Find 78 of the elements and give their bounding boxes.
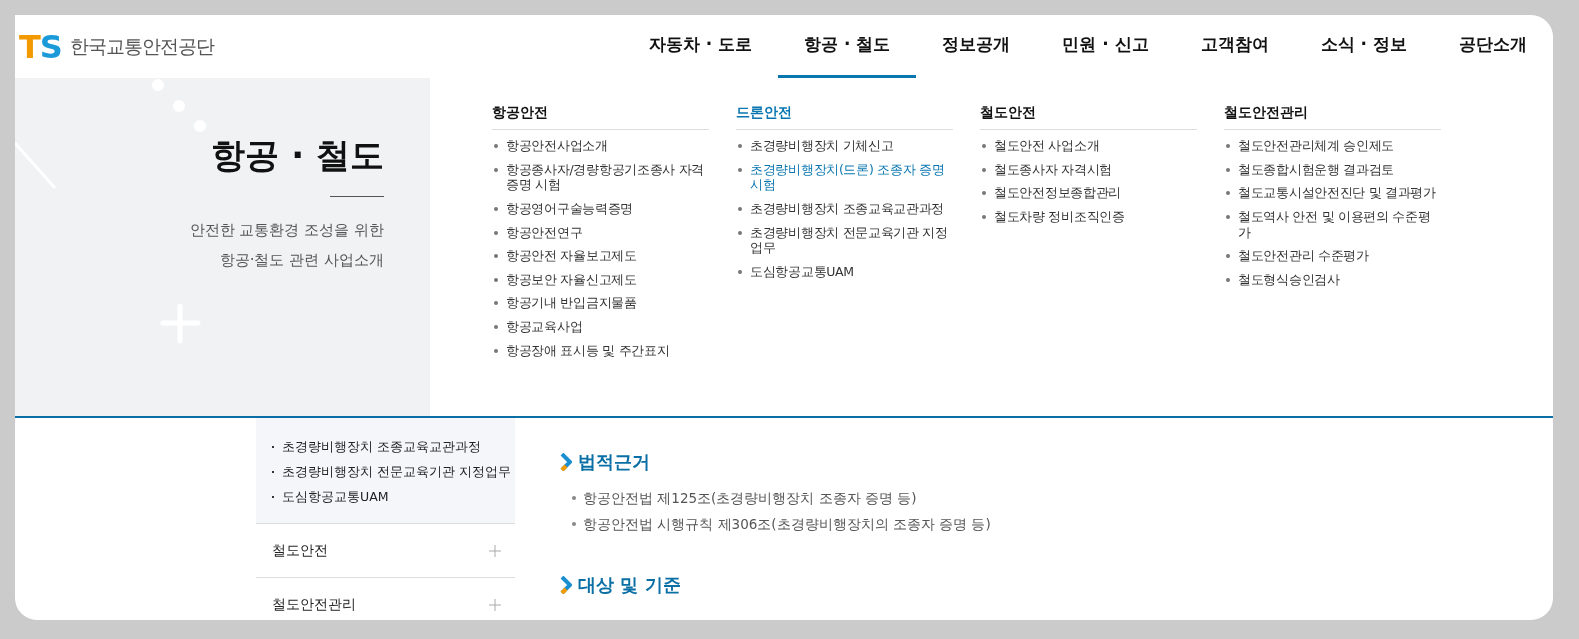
- menu-link[interactable]: 철도안전 사업소개: [994, 138, 1100, 154]
- menu-link[interactable]: 항공기내 반입금지물품: [506, 295, 637, 311]
- menu-link[interactable]: 초경량비행장치 기체신고: [750, 138, 894, 154]
- bullet-icon: [982, 191, 986, 196]
- sidebar-item[interactable]: 철도안전관리: [256, 577, 515, 620]
- menu-link[interactable]: 철도교통시설안전진단 및 결과평가: [1238, 185, 1436, 201]
- menu-link[interactable]: 항공안전연구: [506, 224, 583, 241]
- nav-tab[interactable]: 고객참여: [1174, 15, 1295, 78]
- bullet-text: 항공안전법 제125조(초경량비행장치 조종자 증명 등): [583, 489, 917, 508]
- menu-link[interactable]: 철도안전관리체계 승인제도: [1238, 138, 1395, 154]
- menu-link[interactable]: 철도종합시험운행 결과검토: [1238, 161, 1395, 178]
- menu-link[interactable]: 항공안전 자율보고제도: [506, 248, 637, 264]
- menu-link[interactable]: 초경량비행장치 조종교육교관과정: [750, 200, 945, 217]
- bullet-icon: [982, 167, 986, 172]
- menu-title: 항공 · 철도: [210, 138, 384, 172]
- menu-link[interactable]: 초경량비행장치(드론) 조종자 증명 시험: [750, 161, 953, 193]
- bullet-icon: [494, 277, 498, 282]
- sidebar-link[interactable]: 도심항공교통UAM: [282, 484, 389, 509]
- bullet-icon: [494, 144, 498, 148]
- menu-heading[interactable]: 항공안전: [492, 102, 709, 130]
- section-heading: 대상 및 기준: [578, 573, 681, 597]
- sidebar-item[interactable]: 철도안전: [256, 523, 515, 577]
- bullet-icon: [738, 144, 742, 148]
- bullet-icon: [494, 301, 498, 306]
- sidebar-link[interactable]: 초경량비행장치 전문교육기관 지정업무: [282, 459, 511, 484]
- bullet-icon: [1226, 191, 1230, 196]
- sidebar-label: 철도안전관리: [272, 595, 356, 614]
- bullet-icon: [572, 496, 576, 500]
- bullet-icon: [494, 348, 498, 353]
- bullet-icon: [1226, 254, 1230, 259]
- sidebar-label: 철도안전: [272, 541, 328, 560]
- menu-link[interactable]: 철도차량 정비조직인증: [994, 208, 1125, 225]
- menu-link[interactable]: 항공교육사업: [506, 319, 583, 335]
- nav-tab[interactable]: 소식 · 정보: [1294, 15, 1433, 78]
- chevron-icon: [560, 575, 572, 594]
- menu-link[interactable]: 초경량비행장치 전문교육기관 지정업무: [750, 224, 953, 256]
- menu-link[interactable]: 항공보안 자율신고제도: [506, 271, 637, 288]
- menu-heading[interactable]: 철도안전관리: [1224, 102, 1441, 130]
- bullet-icon: [494, 167, 498, 172]
- bullet-icon: [738, 230, 742, 235]
- section-heading: 법적근거: [578, 450, 650, 474]
- bullet-icon: [982, 144, 986, 148]
- menu-heading[interactable]: 철도안전: [980, 102, 1197, 130]
- menu-heading[interactable]: 드론안전: [736, 102, 953, 130]
- menu-link[interactable]: 철도종사자 자격시험: [994, 161, 1112, 178]
- bullet-icon: [494, 206, 498, 211]
- nav-tab[interactable]: 정보공개: [916, 15, 1037, 78]
- bullet-icon: [1226, 144, 1230, 148]
- menu-description: 항공·철도 관련 사업소개: [218, 250, 384, 271]
- bullet-text: 항공안전법 시행규칙 제306조(초경량비행장치의 조종자 증명 등): [583, 515, 991, 534]
- menu-link[interactable]: 철도안전정보종합관리: [994, 185, 1121, 201]
- bullet-icon: [738, 269, 742, 274]
- bullet-icon: [494, 230, 498, 235]
- menu-link[interactable]: 도심항공교통UAM: [750, 263, 854, 280]
- menu-description: 안전한 교통환경 조성을 위한: [188, 220, 384, 241]
- bullet-icon: [572, 522, 576, 526]
- bullet-icon: [1226, 167, 1230, 172]
- bullet-icon: [982, 214, 986, 219]
- bullet-icon: [1226, 277, 1230, 282]
- menu-link[interactable]: 항공안전사업소개: [506, 138, 608, 154]
- bullet-icon: [738, 167, 742, 172]
- nav-tab[interactable]: 민원 · 신고: [1036, 15, 1175, 78]
- menu-link[interactable]: 철도역사 안전 및 이용편의 수준평가: [1238, 208, 1441, 241]
- chevron-icon: [560, 452, 572, 471]
- nav-tab[interactable]: 자동차 · 도로: [622, 15, 779, 78]
- sidebar-link[interactable]: 초경량비행장치 조종교육교관과정: [282, 434, 481, 459]
- menu-link[interactable]: 항공장애 표시등 및 주간표지: [506, 342, 670, 359]
- bullet-icon: [494, 254, 498, 259]
- bullet-icon: [1226, 214, 1230, 219]
- bullet-icon: [738, 206, 742, 211]
- bullet-icon: [494, 325, 498, 329]
- menu-link[interactable]: 철도형식승인검사: [1238, 271, 1340, 288]
- menu-link[interactable]: 철도안전관리 수준평가: [1238, 248, 1369, 264]
- site-name: 한국교통안전공단: [69, 34, 214, 60]
- menu-link[interactable]: 항공종사자/경량항공기조종사 자격증명 시험: [506, 161, 709, 193]
- nav-tab[interactable]: 공단소개: [1433, 15, 1553, 78]
- menu-link[interactable]: 항공영어구술능력증명: [506, 200, 633, 217]
- nav-tab[interactable]: 항공 · 철도: [778, 15, 917, 78]
